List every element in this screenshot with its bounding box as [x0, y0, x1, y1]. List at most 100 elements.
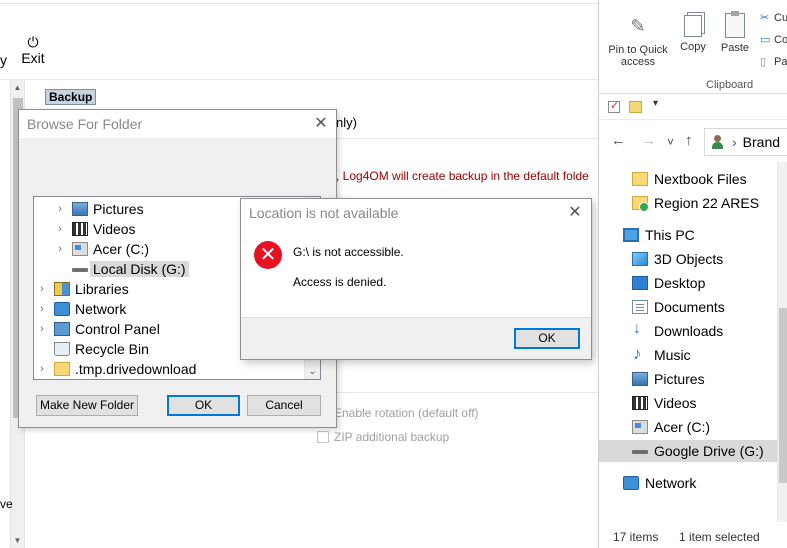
cut-button[interactable]: ✂ Cu	[760, 12, 787, 24]
expand-chevron-icon[interactable]: ›	[36, 303, 48, 315]
nav-item-this-pc[interactable]: This PC	[623, 224, 695, 246]
tree-item-acer-c[interactable]: › Acer (C:)	[54, 239, 149, 259]
dialog-title-bar[interactable]: Browse For Folder ✕	[19, 110, 336, 138]
nav-item-label: Google Drive (G:)	[654, 443, 764, 459]
expand-chevron-icon[interactable]: ›	[54, 243, 66, 255]
folder-icon	[632, 172, 648, 186]
nav-item-acer-c[interactable]: Acer (C:)	[632, 416, 710, 438]
browse-ok-button[interactable]: OK	[167, 395, 240, 416]
new-folder-icon[interactable]	[629, 101, 642, 113]
copy-path-button[interactable]: ▭ Co	[760, 34, 787, 46]
nav-item-region-22-ares[interactable]: Region 22 ARES	[632, 192, 759, 214]
nav-item-label: Region 22 ARES	[654, 195, 760, 211]
zip-backup-label: ZIP additional backup	[334, 430, 450, 444]
nav-item-label: Pictures	[654, 371, 705, 387]
copy-icon	[684, 15, 702, 37]
paste-shortcut-label: Pa	[774, 56, 787, 68]
copy-path-label: Co	[774, 34, 787, 46]
checkbox-box[interactable]	[317, 431, 329, 443]
nav-item-videos[interactable]: Videos	[632, 392, 697, 414]
nav-item-nextbook-files[interactable]: Nextbook Files	[632, 168, 747, 190]
close-icon[interactable]: ✕	[563, 201, 587, 225]
scissors-icon: ✂	[760, 12, 770, 24]
forward-arrow-icon[interactable]: →	[641, 132, 656, 149]
backup-warning-text: , Log4OM will create backup in the defau…	[336, 169, 589, 183]
tree-item-label: Libraries	[75, 281, 129, 297]
nav-item-label: Nextbook Files	[654, 171, 747, 187]
close-icon[interactable]: ✕	[309, 112, 333, 136]
nav-item-label: Downloads	[654, 323, 724, 339]
tree-item-recycle-bin[interactable]: Recycle Bin	[36, 339, 149, 359]
paste-shortcut-button[interactable]: ▯ Pa	[760, 56, 787, 68]
nav-item-desktop[interactable]: Desktop	[632, 272, 705, 294]
expand-chevron-icon[interactable]: ›	[54, 223, 66, 235]
documents-icon	[632, 300, 648, 314]
enable-rotation-checkbox[interactable]: Enable rotation (default off)	[317, 406, 479, 420]
customize-toolbar-icon[interactable]: ▾	[653, 98, 658, 109]
expand-chevron-icon[interactable]: ›	[36, 323, 48, 335]
clipboard-group-label: Clipboard	[706, 79, 754, 91]
recent-locations-chevron-icon[interactable]: ˅	[667, 135, 674, 149]
nav-item-label: Videos	[654, 395, 697, 411]
item-count: 17 items	[613, 530, 659, 544]
pictures-icon	[632, 372, 648, 386]
scroll-up-arrow-icon[interactable]: ▲	[11, 83, 24, 92]
expand-chevron-icon[interactable]: ›	[54, 203, 66, 215]
left-text-partial: ve	[0, 497, 13, 511]
toolbar-button-partial[interactable]: y	[0, 52, 7, 68]
nav-item-label: 3D Objects	[654, 251, 724, 267]
breadcrumb[interactable]: Brand	[743, 134, 780, 150]
exit-label: Exit	[21, 50, 45, 66]
nav-item-downloads[interactable]: Downloads	[632, 320, 723, 342]
copy-label: Copy	[680, 41, 706, 53]
tree-item-control-panel[interactable]: › Control Panel	[36, 319, 160, 339]
address-box[interactable]: › Brand	[704, 128, 787, 156]
navigation-pane: Nextbook Files Region 22 ARES This PC 3D…	[599, 162, 777, 522]
back-arrow-icon[interactable]: ←	[611, 132, 626, 149]
scroll-down-arrow-icon[interactable]: ▼	[11, 536, 24, 545]
expand-chevron-icon[interactable]: ›	[36, 283, 48, 295]
make-new-folder-button[interactable]: Make New Folder	[36, 395, 138, 416]
paste-button[interactable]: Paste	[717, 11, 753, 54]
zip-backup-checkbox[interactable]: ZIP additional backup	[317, 430, 449, 444]
error-ok-button[interactable]: OK	[514, 328, 580, 349]
exit-button[interactable]: ⏻ Exit	[20, 34, 46, 66]
tree-item-libraries[interactable]: › Libraries	[36, 279, 129, 299]
videos-icon	[632, 396, 648, 410]
error-icon: ✕	[254, 241, 282, 269]
browse-cancel-button[interactable]: Cancel	[247, 395, 321, 416]
copy-button[interactable]: Copy	[677, 12, 709, 53]
cut-label: Cu	[774, 12, 787, 24]
pin-label: Pin to Quick access	[608, 44, 668, 68]
nav-item-network[interactable]: Network	[623, 472, 696, 494]
error-message: G:\ is not accessible.	[293, 245, 404, 259]
quick-access-toolbar: ▾	[599, 95, 787, 120]
nav-item-music[interactable]: Music	[632, 344, 691, 366]
drive-g-icon	[632, 444, 648, 458]
enable-rotation-label: Enable rotation (default off)	[334, 406, 479, 420]
properties-icon[interactable]	[608, 99, 620, 113]
up-arrow-icon[interactable]: ↑	[685, 132, 693, 149]
tree-item-network[interactable]: › Network	[36, 299, 126, 319]
tree-item-tmp-drivedownload[interactable]: › .tmp.drivedownload	[36, 359, 196, 379]
nav-item-documents[interactable]: Documents	[632, 296, 725, 318]
nav-item-google-drive-g[interactable]: Google Drive (G:)	[599, 440, 777, 462]
paste-shortcut-icon: ▯	[760, 56, 767, 68]
scrollbar-thumb[interactable]	[779, 308, 787, 483]
drive-c-icon	[72, 242, 88, 256]
this-pc-icon	[623, 228, 639, 242]
videos-icon	[72, 222, 88, 236]
nav-item-label: Desktop	[654, 275, 706, 291]
navigation-pane-scrollbar[interactable]	[777, 162, 787, 522]
toolbar-separator	[0, 79, 598, 80]
tree-item-pictures[interactable]: › Pictures	[54, 199, 143, 219]
scroll-down-arrow-icon[interactable]: ⌄	[305, 366, 320, 377]
pin-to-quick-access-button[interactable]: ✎ Pin to Quick access	[605, 12, 671, 68]
copy-path-icon: ▭	[760, 34, 771, 46]
expand-chevron-icon[interactable]: ›	[36, 363, 48, 375]
nav-item-pictures[interactable]: Pictures	[632, 368, 705, 390]
tree-item-videos[interactable]: › Videos	[54, 219, 135, 239]
tree-item-local-disk-g[interactable]: Local Disk (G:)	[54, 259, 189, 279]
tree-item-label: Local Disk (G:)	[90, 261, 189, 277]
nav-item-3d-objects[interactable]: 3D Objects	[632, 248, 723, 270]
